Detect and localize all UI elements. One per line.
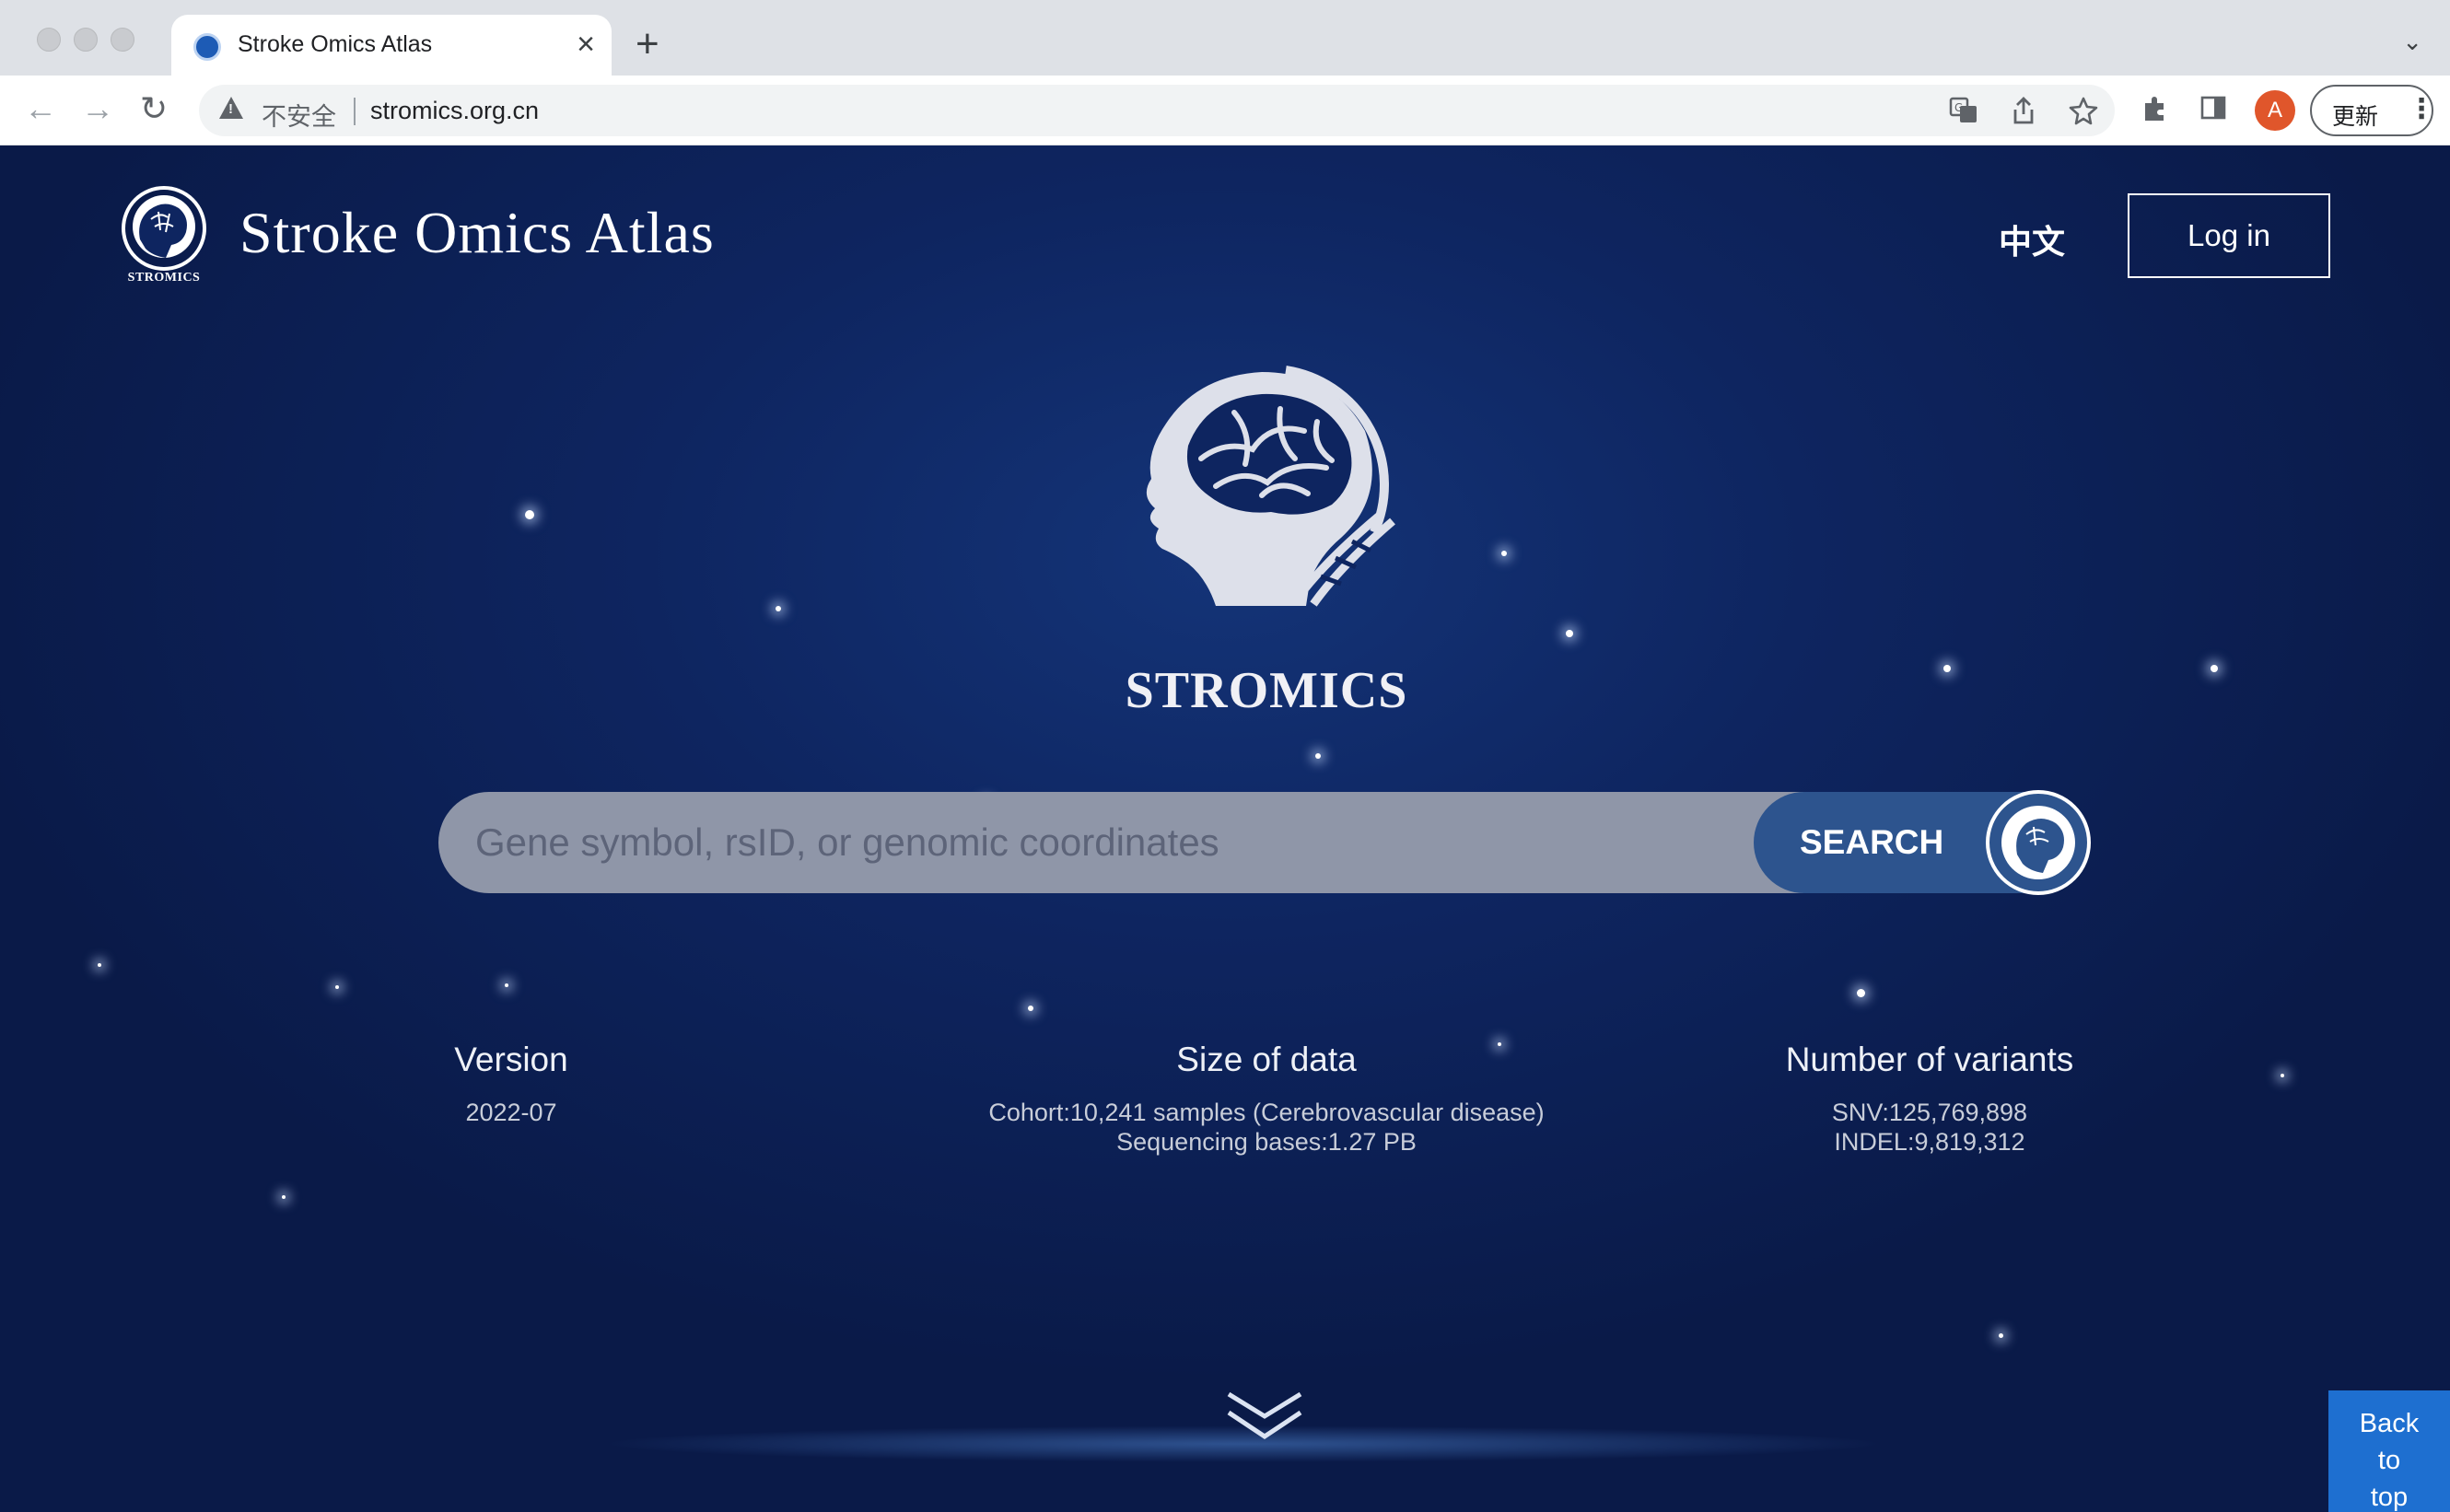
stat-heading: Version [454, 1041, 568, 1078]
search-brain-icon[interactable] [1986, 790, 2091, 895]
share-icon[interactable] [2010, 96, 2037, 132]
new-tab-button[interactable]: + [636, 22, 659, 66]
tab-search-chevron-icon[interactable]: ⌄ [2402, 28, 2422, 56]
decorative-star [98, 963, 101, 967]
back-to-top-label: to [2377, 1446, 2401, 1475]
browser-chrome: Stroke Omics Atlas × + ⌄ ← → ↻ 不安全 strom… [0, 0, 2450, 145]
page-content: STROMICS Stroke Omics Atlas 中文 Log in ST… [0, 145, 2450, 1512]
address-bar[interactable]: 不安全 stromics.org.cn G [199, 85, 2115, 136]
decorative-star [1028, 1006, 1033, 1011]
scroll-down-chevron-icon[interactable] [1225, 1389, 1304, 1444]
forward-button[interactable]: → [81, 90, 114, 127]
search-bar: SEARCH [438, 790, 2091, 895]
back-to-top-label: Back [2359, 1409, 2420, 1438]
login-button[interactable]: Log in [2128, 193, 2330, 278]
stat-variants: Number of variants SNV:125,769,898 INDEL… [1732, 1041, 2128, 1157]
hero-wordmark: STROMICS [1125, 662, 1408, 719]
tab-title: Stroke Omics Atlas [238, 31, 433, 57]
logo-caption: STROMICS [127, 271, 201, 285]
extensions-icon[interactable] [2141, 94, 2170, 131]
stat-value: SNV:125,769,898 [1831, 1099, 2028, 1126]
bookmark-star-icon[interactable] [2069, 96, 2098, 132]
stat-heading: Number of variants [1785, 1041, 2074, 1078]
back-to-top-button[interactable]: Back to top [2328, 1390, 2450, 1512]
search-button[interactable]: SEARCH [1754, 790, 2091, 895]
site-favicon-icon [193, 33, 221, 61]
svg-text:G: G [1954, 101, 1963, 114]
decorative-star [1857, 989, 1865, 997]
decorative-star [2211, 665, 2218, 672]
decorative-star [2281, 1074, 2284, 1077]
browser-menu-icon[interactable]: ⋮ [2408, 94, 2435, 125]
decorative-star [525, 510, 534, 519]
decorative-star [776, 606, 781, 611]
stat-data-size: Size of data Cohort:10,241 samples (Cere… [921, 1041, 1612, 1157]
update-button[interactable]: 更新 ⋮ [2310, 85, 2435, 136]
reload-button[interactable]: ↻ [140, 90, 168, 127]
stat-version: Version 2022-07 [396, 1041, 626, 1127]
tab-close-icon[interactable]: × [577, 26, 595, 63]
stat-value: INDEL:9,819,312 [1834, 1128, 2025, 1156]
not-secure-warning-icon[interactable] [219, 97, 243, 119]
browser-toolbar: ← → ↻ 不安全 stromics.org.cn G A 更新 [0, 76, 2450, 145]
translate-icon[interactable]: G [1949, 96, 1978, 132]
stat-heading: Size of data [1176, 1041, 1357, 1078]
browser-tab-active[interactable]: Stroke Omics Atlas × [171, 15, 612, 77]
update-button-label: 更新 [2332, 104, 2379, 130]
window-zoom-button[interactable] [111, 28, 134, 52]
back-button[interactable]: ← [24, 90, 57, 127]
address-separator [354, 98, 356, 125]
stromics-logo-icon[interactable] [120, 184, 208, 273]
decorative-star [505, 983, 508, 987]
security-status-label[interactable]: 不安全 [262, 97, 336, 133]
tab-strip: Stroke Omics Atlas × + ⌄ [0, 0, 2450, 77]
search-button-label: SEARCH [1800, 823, 1944, 861]
stat-value: Sequencing bases:1.27 PB [1116, 1128, 1417, 1156]
search-input[interactable] [475, 812, 1709, 873]
decorative-star [1566, 630, 1573, 637]
url-text[interactable]: stromics.org.cn [370, 97, 539, 125]
decorative-star [1999, 1333, 2003, 1338]
site-title[interactable]: Stroke Omics Atlas [239, 199, 715, 267]
brain-head-logo-icon [1146, 366, 1395, 607]
window-minimize-button[interactable] [74, 28, 98, 52]
back-to-top-label: top [2370, 1483, 2409, 1512]
decorative-star [335, 985, 339, 989]
decorative-star [1943, 665, 1951, 672]
language-switch-link[interactable]: 中文 [1999, 215, 2065, 263]
stat-value: 2022-07 [465, 1099, 557, 1126]
decorative-star [1315, 753, 1321, 759]
stat-value: Cohort:10,241 samples (Cerebrovascular d… [988, 1099, 1545, 1126]
decorative-star [282, 1195, 286, 1199]
window-close-button[interactable] [37, 28, 61, 52]
decorative-star [1501, 551, 1507, 556]
side-panel-icon[interactable] [2199, 94, 2227, 129]
profile-avatar[interactable]: A [2255, 90, 2295, 131]
